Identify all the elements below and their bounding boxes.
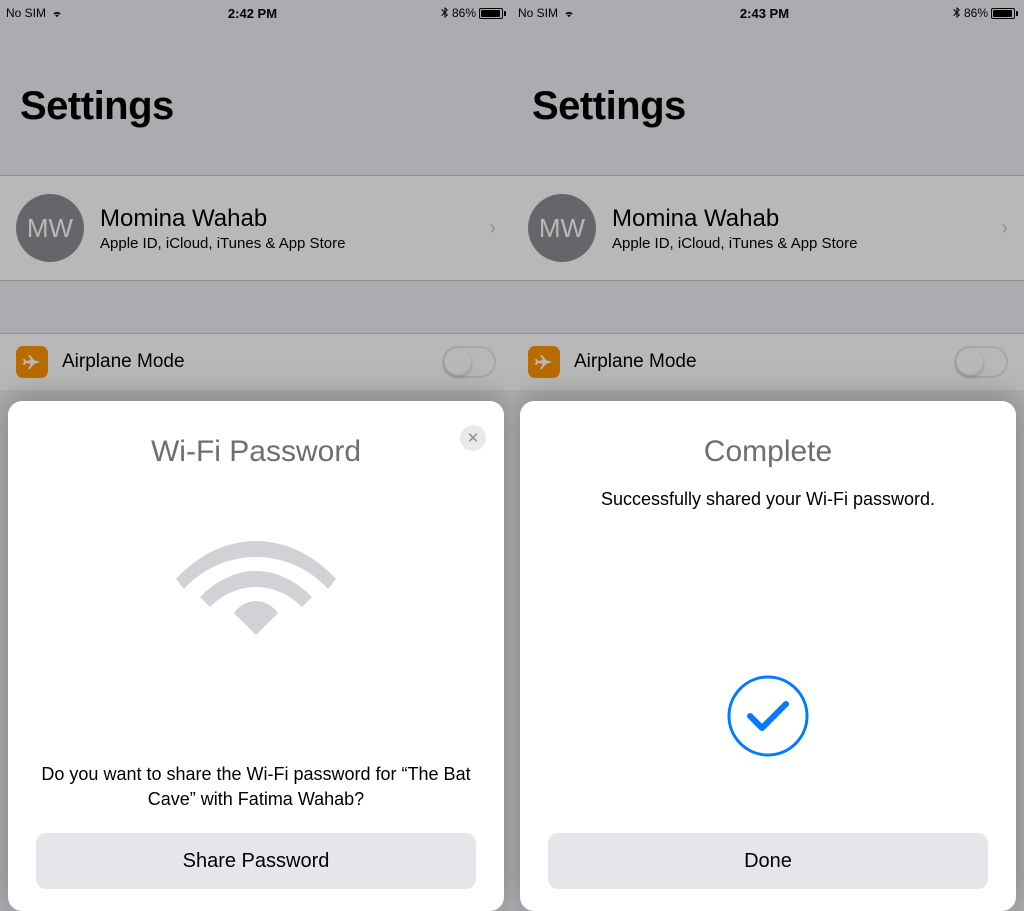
sheet-title: Wi-Fi Password	[151, 435, 361, 469]
screen-right: No SIM 2:43 PM 86% Settings MW Momina Wa…	[512, 0, 1024, 911]
sheet-message: Do you want to share the Wi-Fi password …	[36, 762, 476, 811]
share-password-button[interactable]: Share Password	[36, 833, 476, 889]
wifi-large-icon	[176, 517, 336, 637]
done-button[interactable]: Done	[548, 833, 988, 889]
sheet-title: Complete	[704, 435, 832, 469]
checkmark-icon	[726, 674, 810, 758]
screen-left: No SIM 2:42 PM 86% Settings MW Momina Wa…	[0, 0, 512, 911]
sheet-message: Successfully shared your Wi-Fi password.	[601, 487, 935, 511]
close-icon[interactable]: ✕	[460, 425, 486, 451]
share-sheet: ✕ Wi-Fi Password Do you want to share th…	[8, 401, 504, 911]
complete-sheet: Complete Successfully shared your Wi-Fi …	[520, 401, 1016, 911]
